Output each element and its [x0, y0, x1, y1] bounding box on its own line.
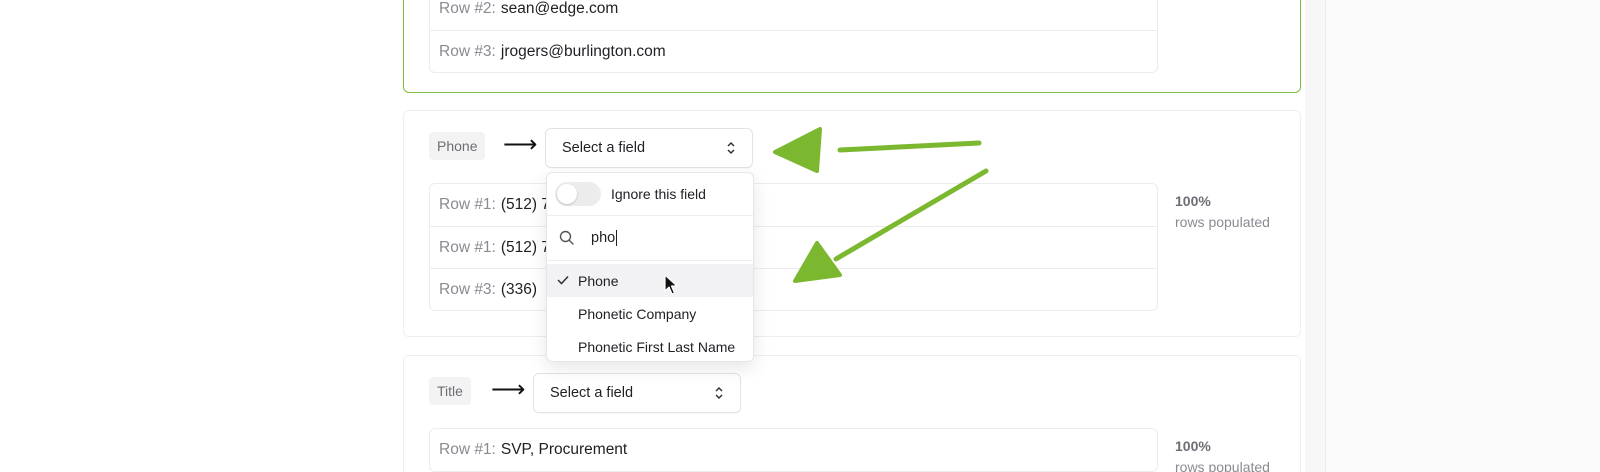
mapping-arrow-icon: ⟶	[491, 376, 526, 403]
chevron-up-down-icon	[726, 141, 736, 155]
chevron-up-down-icon	[714, 386, 724, 400]
right-gutter	[1305, 0, 1325, 472]
option-phonetic-first-last-name[interactable]: Phonetic First Last Name	[547, 330, 753, 363]
sample-rows: Row #1: (512) 7 Row #1: (512) 7 Row #3: …	[429, 183, 1158, 311]
population-percent: 100%	[1175, 193, 1211, 209]
phone-mapping-card: Phone ⟶ Select a field Row #1: (512) 7 R…	[403, 110, 1301, 337]
search-value: pho	[591, 229, 618, 247]
ignore-field-label: Ignore this field	[611, 186, 706, 202]
population-label: rows populated	[1175, 214, 1270, 230]
table-row: Row #1: (512) 7	[430, 226, 1157, 268]
population-stats: 100% rows populated	[1175, 438, 1270, 472]
population-stats: 100% rows populated	[1175, 193, 1270, 230]
ignore-field-toggle[interactable]	[555, 182, 601, 206]
field-select-phone[interactable]: Select a field	[545, 128, 753, 168]
table-row: Row #3: jrogers@burlington.com	[430, 30, 1157, 72]
field-select-label: Select a field	[562, 140, 646, 156]
title-mapping-card: Title ⟶ Select a field Row #1: SVP, Proc…	[403, 355, 1301, 472]
text-caret	[616, 230, 618, 247]
option-phonetic-company[interactable]: Phonetic Company	[547, 297, 753, 330]
ignore-field-row: Ignore this field	[547, 173, 753, 216]
field-select-title[interactable]: Select a field	[533, 373, 741, 413]
toggle-knob	[557, 184, 577, 204]
option-label: Phone	[578, 272, 619, 289]
table-row: Row #1: (512) 7	[439, 196, 550, 213]
field-select-dropdown: Ignore this field pho Phone Phonetic Com…	[546, 172, 754, 362]
table-row: Row #3: (336)	[430, 268, 1157, 310]
check-icon	[557, 273, 569, 288]
option-label: Phonetic Company	[578, 305, 697, 322]
column-tag-phone: Phone	[429, 132, 486, 160]
right-panel	[1325, 0, 1600, 472]
table-row: Row #1: SVP, Procurement	[439, 441, 628, 458]
mapping-arrow-icon: ⟶	[503, 131, 538, 158]
column-tag-title: Title	[429, 377, 471, 405]
table-row: Row #2: sean@edge.com	[439, 0, 619, 17]
option-label: Phonetic First Last Name	[578, 338, 736, 355]
search-icon	[559, 230, 574, 245]
field-search-input[interactable]: pho	[547, 216, 753, 261]
email-mapping-card: Row #2: sean@edge.com Row #3: jrogers@bu…	[403, 0, 1301, 93]
field-select-label: Select a field	[550, 385, 634, 401]
option-phone[interactable]: Phone	[547, 264, 753, 297]
sample-rows: Row #2: sean@edge.com Row #3: jrogers@bu…	[429, 0, 1158, 73]
mouse-cursor-icon	[664, 274, 678, 295]
population-label: rows populated	[1175, 459, 1270, 472]
sample-rows: Row #1: SVP, Procurement	[429, 428, 1158, 472]
population-percent: 100%	[1175, 438, 1211, 454]
